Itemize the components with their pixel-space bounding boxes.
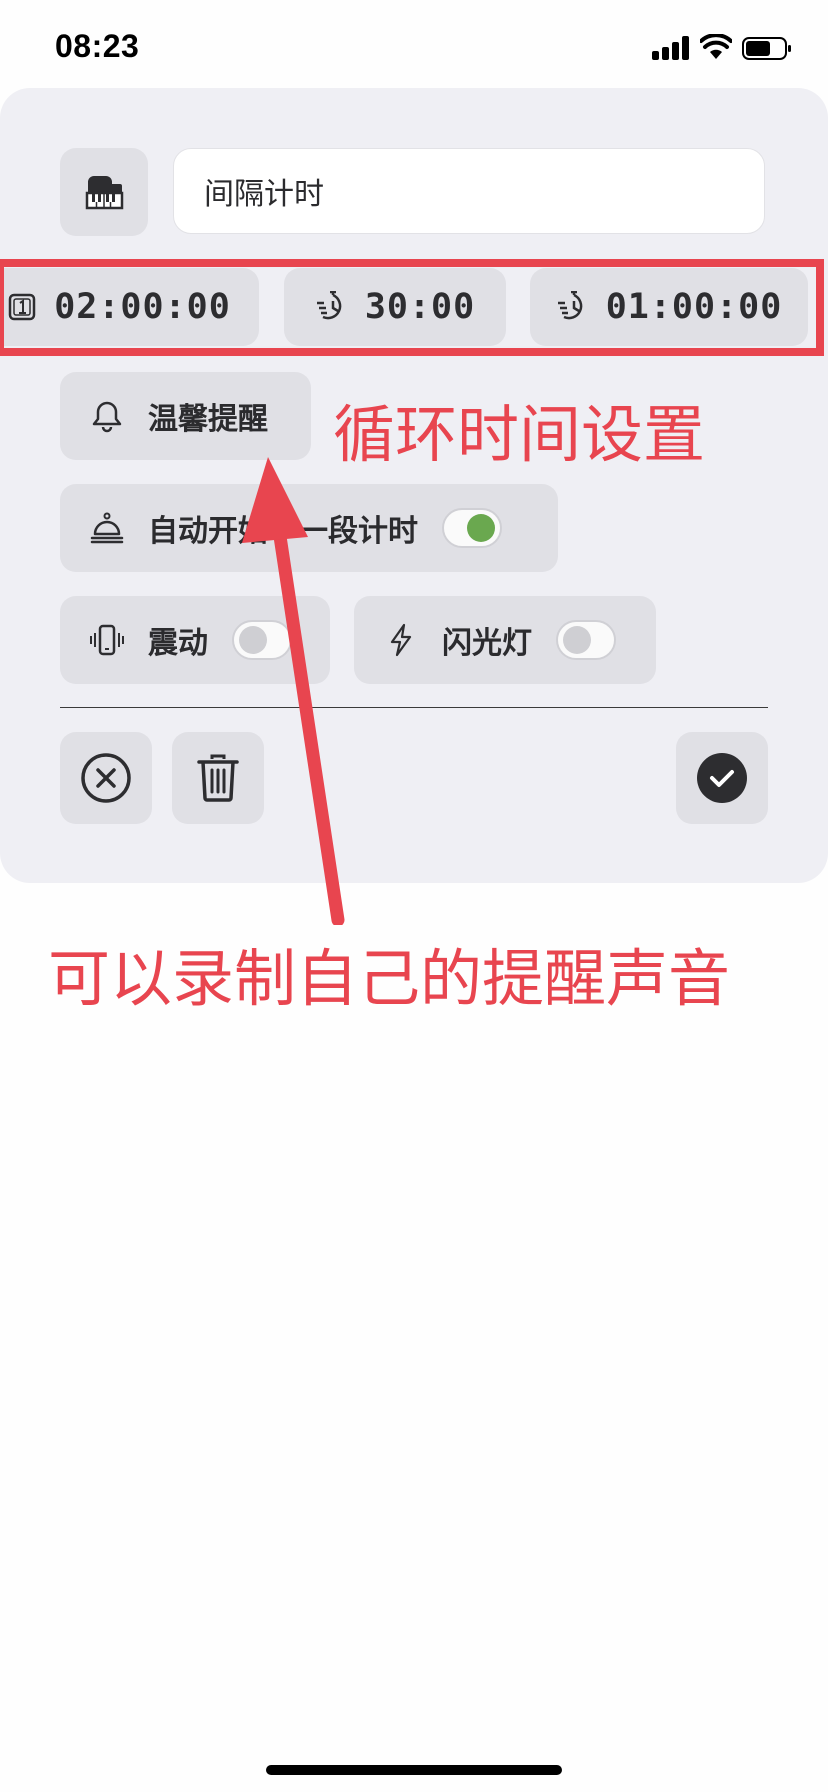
- trash-icon: [197, 754, 239, 802]
- flash-label: 闪光灯: [442, 626, 532, 661]
- record-reminder-annotation: 可以录制自己的提醒声音: [48, 942, 731, 1015]
- cancel-button[interactable]: [60, 732, 152, 824]
- cellular-signal-icon: [652, 36, 692, 60]
- piano-icon: [85, 176, 124, 210]
- lightning-icon: [390, 623, 412, 657]
- battery-icon: [742, 37, 791, 60]
- home-indicator[interactable]: [266, 1765, 562, 1775]
- cycle-settings-highlight: [0, 259, 824, 356]
- status-bar: 08:23: [0, 0, 828, 90]
- bell-icon: [92, 401, 122, 433]
- flash-toggle[interactable]: [556, 620, 616, 660]
- timer-name-text: 间隔计时: [204, 177, 324, 212]
- vibrate-label: 震动: [148, 626, 208, 661]
- reminder-sound-label: 温馨提醒: [148, 402, 268, 437]
- service-bell-icon: [90, 512, 124, 544]
- sound-picker-button[interactable]: [60, 148, 148, 236]
- timer-name-field[interactable]: 间隔计时: [173, 148, 765, 234]
- reminder-sound-button[interactable]: 温馨提醒: [60, 372, 311, 460]
- auto-start-next-toggle[interactable]: [442, 508, 502, 548]
- flash-option: 闪光灯: [354, 596, 656, 684]
- vibrate-phone-icon: [90, 624, 124, 656]
- cycle-settings-annotation: 循环时间设置: [333, 398, 706, 471]
- checkmark-circle-icon: [697, 753, 747, 803]
- divider: [60, 707, 768, 708]
- status-time: 08:23: [55, 28, 140, 64]
- annotation-arrow-icon: [242, 457, 345, 925]
- wifi-icon: [700, 34, 732, 59]
- confirm-button[interactable]: [676, 732, 768, 824]
- close-circle-icon: [81, 753, 131, 803]
